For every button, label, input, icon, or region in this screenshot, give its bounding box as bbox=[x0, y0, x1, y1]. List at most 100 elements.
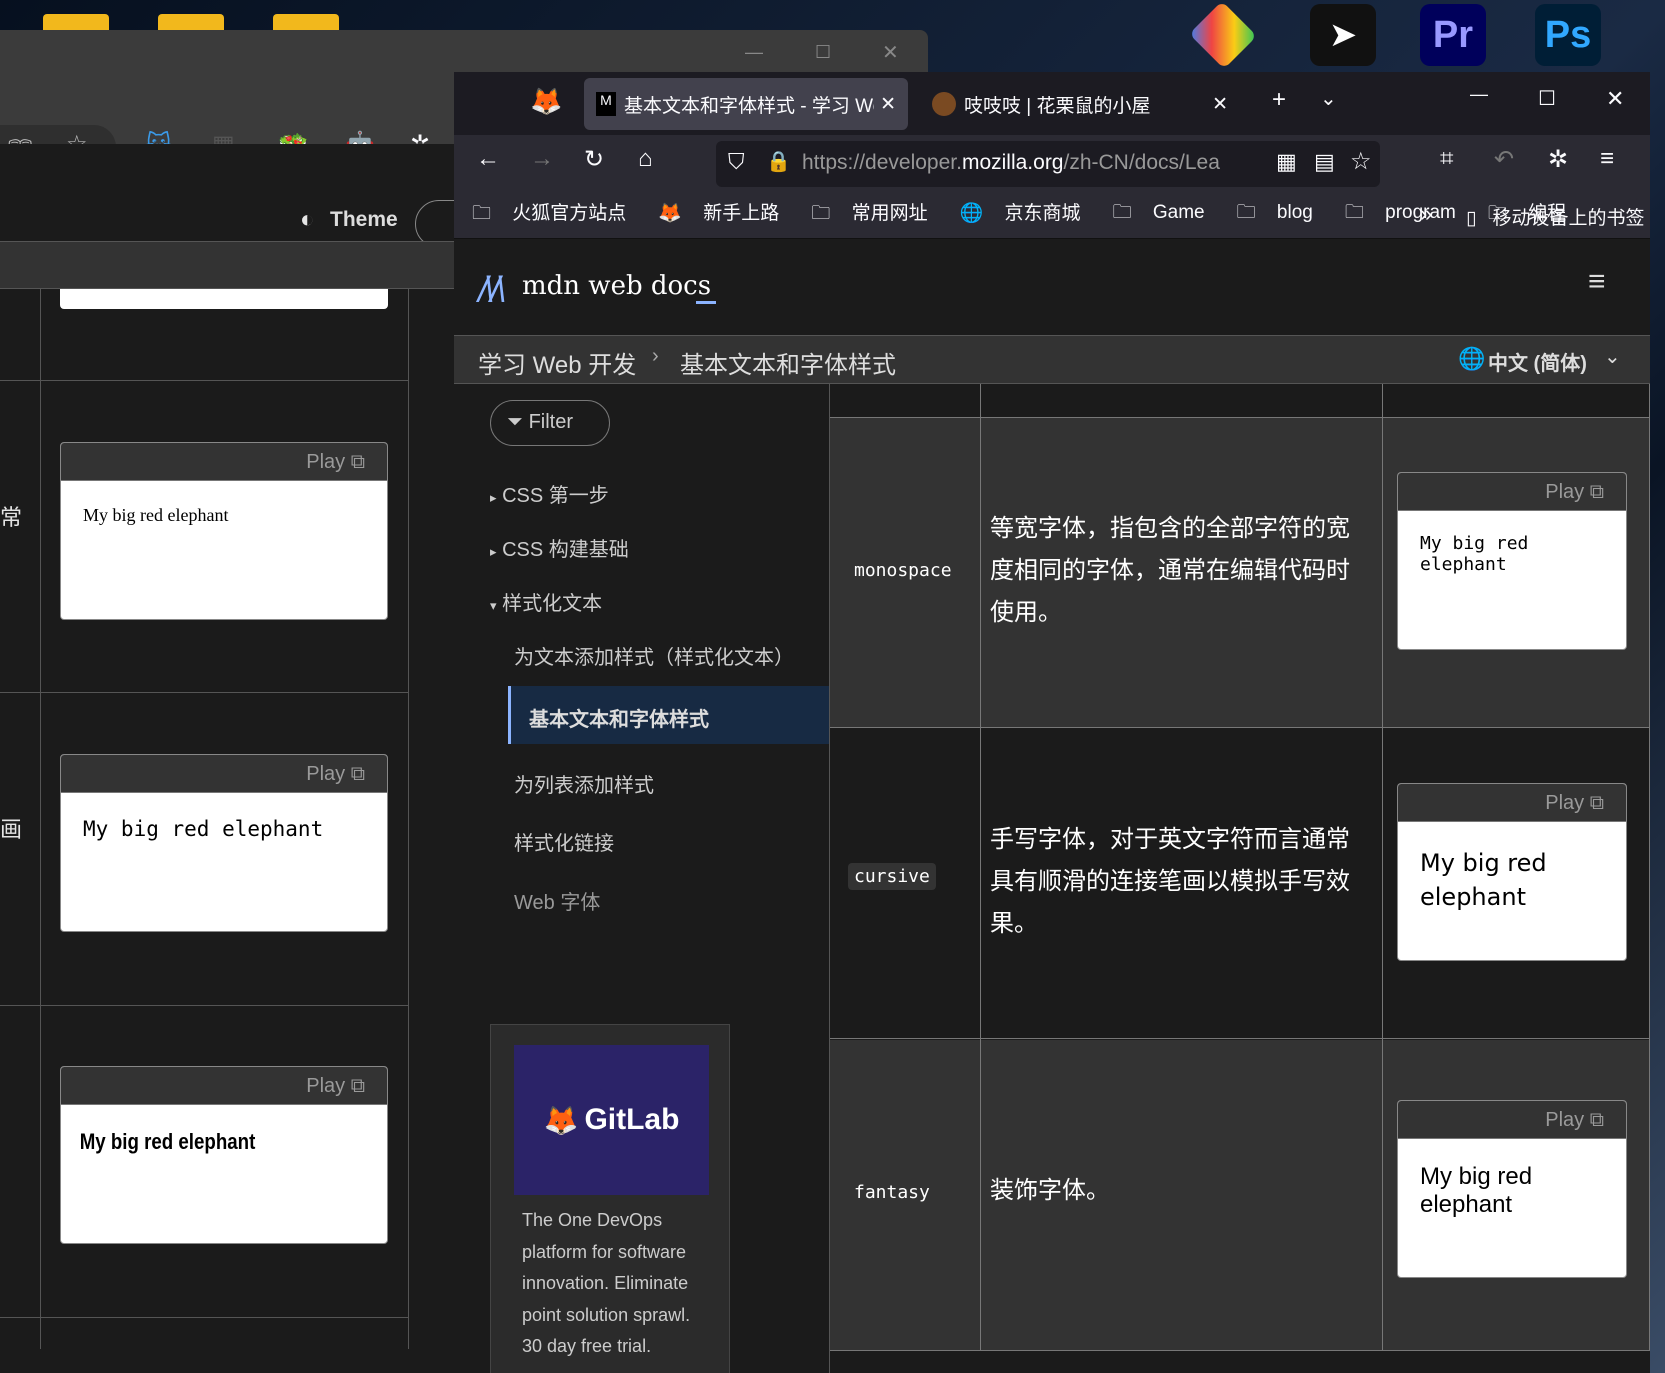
bookmark-label: 京东商城 bbox=[1004, 203, 1081, 224]
bookmark-label: blog bbox=[1276, 202, 1313, 223]
menu-hamburger-icon[interactable]: ≡ bbox=[1588, 265, 1606, 299]
bookmark-item[interactable]: 🗀 program bbox=[1345, 198, 1472, 231]
premiere-pro-icon[interactable]: Pr bbox=[1420, 4, 1486, 66]
sidebar-item-css-building-blocks[interactable]: ▸ CSS 构建基础 bbox=[490, 533, 629, 562]
expand-triangle-icon: ▸ bbox=[490, 490, 497, 505]
navigation-bar: ← → ↻ ⌂ ⛉ 🔒 https://developer.mozilla.or… bbox=[454, 135, 1650, 191]
filter-button[interactable]: ⏷ Filter bbox=[490, 400, 610, 446]
theme-button[interactable]: Theme bbox=[330, 208, 398, 232]
bookmark-item[interactable]: 🦊 新手上路 bbox=[658, 198, 795, 231]
globe-icon: 🌐 bbox=[959, 203, 984, 224]
filter-icon: ⏷ bbox=[507, 411, 523, 433]
logo-cursor bbox=[696, 301, 716, 304]
font-family-description: 等宽字体，指包含的全部字符的宽度相同的字体，通常在编辑代码时使用。 bbox=[990, 515, 1350, 626]
bookmark-star-icon[interactable]: ☆ bbox=[1350, 147, 1372, 176]
play-link[interactable]: Play bbox=[306, 763, 345, 785]
bookmark-item[interactable]: 🗀 blog bbox=[1237, 198, 1329, 231]
play-link[interactable]: Play bbox=[1545, 792, 1584, 814]
gitlab-ad[interactable]: 🦊 GitLab The One DevOps platform for soft… bbox=[490, 1024, 730, 1373]
mobile-device-icon: ▯ bbox=[1466, 208, 1477, 229]
tab[interactable]: 吱吱吱 | 花栗鼠的小屋 ✕ bbox=[920, 78, 1240, 130]
bookmark-item[interactable]: 🗀 火狐官方站点 bbox=[472, 198, 642, 231]
maximize-icon[interactable]: ☐ bbox=[1538, 86, 1556, 111]
screenshot-crop-icon[interactable]: ⌗ bbox=[1440, 145, 1454, 173]
mdn-header: /\/\ mdn web docs ≡ bbox=[454, 239, 1650, 336]
reload-icon[interactable]: ↻ bbox=[584, 145, 604, 174]
firefox-menu-icon[interactable]: 🦊 bbox=[530, 86, 562, 117]
mdn-logo-text[interactable]: mdn web docs bbox=[522, 271, 711, 301]
close-tab-icon[interactable]: ✕ bbox=[880, 93, 896, 116]
tab-title: 吱吱吱 | 花栗鼠的小屋 bbox=[964, 95, 1151, 117]
undo-icon[interactable]: ↶ bbox=[1494, 145, 1514, 174]
firefox-icon: 🦊 bbox=[658, 203, 682, 224]
tab-bar: 🦊 M 基本文本和字体样式 - 学习 Web ✕ 吱吱吱 | 花栗鼠的小屋 ✕ … bbox=[454, 72, 1650, 135]
minimize-icon[interactable]: — bbox=[1470, 84, 1488, 105]
extensions-icon[interactable]: ✲ bbox=[1548, 145, 1568, 174]
lock-icon[interactable]: 🔒 bbox=[766, 149, 791, 174]
back-arrow-icon[interactable]: ← bbox=[476, 145, 500, 173]
column-divider bbox=[40, 289, 41, 1349]
tab-active[interactable]: M 基本文本和字体样式 - 学习 Web ✕ bbox=[584, 78, 908, 130]
bookmark-label: 火狐官方站点 bbox=[512, 203, 627, 224]
close-window-icon[interactable]: ✕ bbox=[1606, 86, 1624, 112]
sidebar-item-label: 样式化文本 bbox=[502, 593, 603, 615]
chevron-down-icon[interactable]: ⌄ bbox=[1604, 344, 1621, 369]
bookmark-item[interactable]: 🗀 常用网址 bbox=[811, 198, 943, 231]
row-divider bbox=[0, 1317, 408, 1318]
example-card: Play ⧉ My big red elephant bbox=[1397, 1100, 1627, 1278]
play-link[interactable]: Play bbox=[306, 451, 345, 473]
url-bar[interactable]: ⛉ 🔒 https://developer.mozilla.org/zh-CN/… bbox=[716, 141, 1380, 187]
navigation-app-icon[interactable]: ➤ bbox=[1310, 4, 1376, 66]
photoshop-icon[interactable]: Ps bbox=[1535, 4, 1601, 66]
home-icon[interactable]: ⌂ bbox=[638, 145, 653, 173]
mdn-favicon-icon: M bbox=[596, 92, 616, 116]
play-link[interactable]: Play bbox=[306, 1075, 345, 1097]
language-selector[interactable]: 中文 (简体) bbox=[1488, 347, 1587, 376]
url-text[interactable]: https://developer.mozilla.org/zh-CN/docs… bbox=[802, 151, 1272, 175]
sidebar-item-web-fonts[interactable]: Web 字体 bbox=[514, 886, 600, 915]
bookmark-item[interactable]: 🗀 Game bbox=[1113, 198, 1221, 231]
row-divider bbox=[0, 380, 408, 381]
mobile-bookmarks[interactable]: ▯ 移动设备上的书签 bbox=[1466, 203, 1650, 230]
gitlab-ad-image[interactable]: 🦊 GitLab bbox=[514, 1045, 709, 1195]
new-tab-icon[interactable]: + bbox=[1272, 86, 1286, 114]
bookmark-label: 移动设备上的书签 bbox=[1492, 208, 1645, 229]
shield-icon[interactable]: ⛉ bbox=[728, 149, 745, 175]
forward-arrow-icon[interactable]: → bbox=[530, 145, 554, 173]
mdn-logo-icon[interactable]: /\/\ bbox=[478, 269, 506, 311]
sidebar-item-styling-text[interactable]: ▾ 样式化文本 bbox=[490, 587, 602, 616]
cut-off-text: 画 bbox=[0, 817, 23, 842]
list-tabs-chevron-down-icon[interactable]: ⌄ bbox=[1320, 86, 1337, 111]
play-link[interactable]: Play bbox=[1545, 481, 1584, 503]
play-link[interactable]: Play bbox=[1545, 1109, 1584, 1131]
maximize-icon[interactable]: ☐ bbox=[815, 42, 831, 63]
minimize-icon[interactable]: — bbox=[745, 42, 763, 63]
sidebar-item-styling-links[interactable]: 样式化链接 bbox=[514, 827, 614, 856]
breadcrumb-chevron-icon: › bbox=[652, 345, 659, 367]
qr-code-icon[interactable]: ▦ bbox=[1276, 149, 1297, 175]
sidebar-item-text-styling[interactable]: 为文本添加样式（样式化文本） bbox=[514, 641, 794, 670]
menu-hamburger-icon[interactable]: ≡ bbox=[1600, 145, 1614, 173]
bookmark-item[interactable]: 🌐 京东商城 bbox=[960, 198, 1097, 231]
ad-text[interactable]: The One DevOps platform for software inn… bbox=[522, 1205, 712, 1363]
reader-view-icon[interactable]: ▤ bbox=[1314, 149, 1335, 175]
url-domain: mozilla.org bbox=[961, 151, 1064, 174]
sidebar-item-label: CSS 构建基础 bbox=[502, 539, 629, 561]
more-bookmarks-chevron-icon[interactable]: » bbox=[1420, 201, 1432, 227]
sidebar-item-styling-lists[interactable]: 为列表添加样式 bbox=[514, 769, 654, 798]
example-card: Play ⧉ My big red elephant bbox=[60, 754, 388, 932]
sidebar-item-css-first-steps[interactable]: ▸ CSS 第一步 bbox=[490, 479, 609, 508]
example-text: My big red elephant bbox=[79, 1129, 256, 1154]
bookmark-label: 常用网址 bbox=[851, 203, 928, 224]
row-divider bbox=[0, 1005, 408, 1006]
sidebar-item-active[interactable]: 基本文本和字体样式 bbox=[508, 686, 829, 744]
sidebar-item-label: CSS 第一步 bbox=[502, 485, 609, 507]
close-icon[interactable]: ✕ bbox=[882, 40, 899, 65]
column-divider bbox=[980, 384, 981, 1351]
font-family-name: monospace bbox=[854, 560, 952, 581]
close-tab-icon[interactable]: ✕ bbox=[1212, 93, 1228, 116]
breadcrumb-link[interactable]: 学习 Web 开发 bbox=[478, 345, 636, 380]
sidebar-item-label: 基本文本和字体样式 bbox=[529, 709, 709, 731]
column-divider bbox=[408, 289, 409, 1349]
breadcrumb-current[interactable]: 基本文本和字体样式 bbox=[680, 345, 896, 380]
